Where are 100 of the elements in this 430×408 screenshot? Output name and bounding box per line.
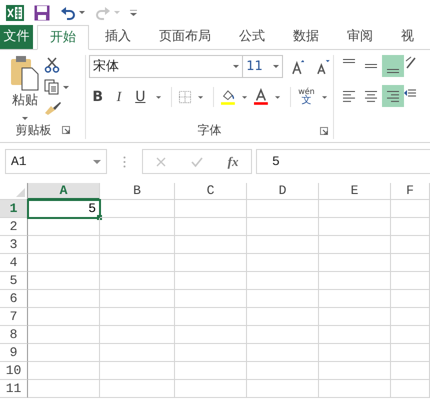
ribbon-tab[interactable]: 审阅 (335, 25, 385, 49)
row-header[interactable]: 1 (0, 200, 28, 218)
column-header[interactable]: E (319, 183, 391, 200)
insert-function-button[interactable]: fx (228, 152, 238, 172)
spreadsheet-cell[interactable] (175, 272, 247, 290)
spreadsheet-cell[interactable] (28, 326, 100, 344)
spreadsheet-cell[interactable] (100, 254, 175, 272)
spreadsheet-cell[interactable] (175, 254, 247, 272)
row-header[interactable]: 6 (0, 290, 28, 308)
scissors-icon[interactable] (44, 57, 60, 73)
copy-icon[interactable] (44, 79, 60, 95)
spreadsheet-cell[interactable] (319, 344, 391, 362)
caret-icon[interactable] (79, 11, 85, 14)
spreadsheet-cell[interactable] (247, 362, 319, 380)
paintbrush-icon[interactable] (44, 101, 62, 115)
column-header[interactable]: D (247, 183, 319, 200)
spreadsheet-cell[interactable] (28, 236, 100, 254)
spreadsheet-cell[interactable] (100, 218, 175, 236)
spreadsheet-cell[interactable] (391, 218, 430, 236)
spreadsheet-cell[interactable] (319, 290, 391, 308)
font-color-icon[interactable] (254, 88, 268, 106)
spreadsheet-cell[interactable] (175, 200, 247, 218)
spreadsheet-cell[interactable] (28, 362, 100, 380)
dialog-launcher-icon[interactable] (62, 126, 70, 134)
spreadsheet-cell[interactable] (100, 380, 175, 398)
spreadsheet-cell[interactable] (100, 362, 175, 380)
bottom-align-button[interactable] (382, 55, 404, 77)
row-header[interactable]: 8 (0, 326, 28, 344)
caret-icon[interactable] (242, 96, 248, 98)
caret-icon[interactable] (198, 96, 204, 98)
spreadsheet-cell[interactable] (28, 380, 100, 398)
spreadsheet-cell[interactable] (319, 218, 391, 236)
spreadsheet-cell[interactable] (319, 272, 391, 290)
spreadsheet-cell[interactable] (100, 272, 175, 290)
spreadsheet-cell[interactable] (391, 272, 430, 290)
text-orientation-icon[interactable] (404, 55, 416, 71)
spreadsheet-cell[interactable] (247, 380, 319, 398)
dialog-launcher-icon[interactable] (320, 127, 328, 135)
column-header[interactable]: F (391, 183, 430, 200)
bold-button[interactable]: B (89, 87, 106, 107)
font-size-dropdown[interactable]: 11 (243, 55, 283, 78)
caret-icon[interactable] (156, 96, 162, 98)
ribbon-tab[interactable]: 视 (389, 25, 426, 49)
spreadsheet-cell[interactable] (391, 254, 430, 272)
ribbon-tab[interactable]: 数据 (281, 25, 331, 49)
save-icon[interactable] (34, 4, 50, 20)
caret-icon[interactable] (93, 160, 101, 164)
spreadsheet-cell[interactable] (100, 308, 175, 326)
spreadsheet-cell[interactable] (175, 362, 247, 380)
phonetic-guide-button[interactable]: wén 文 (298, 88, 315, 106)
spreadsheet-cell[interactable] (100, 290, 175, 308)
spreadsheet-cell[interactable] (175, 308, 247, 326)
spreadsheet-cell[interactable] (319, 236, 391, 254)
caret-icon[interactable] (322, 96, 327, 98)
spreadsheet-cell[interactable] (247, 326, 319, 344)
spreadsheet-cell[interactable] (391, 236, 430, 254)
checkmark-icon[interactable] (190, 156, 203, 166)
caret-icon[interactable] (63, 86, 69, 88)
spreadsheet-cell[interactable] (391, 380, 430, 398)
spreadsheet-cell[interactable] (28, 254, 100, 272)
fill-handle[interactable] (97, 215, 102, 220)
spreadsheet-cell[interactable] (175, 290, 247, 308)
spreadsheet-cell[interactable] (247, 344, 319, 362)
spreadsheet-cell[interactable] (28, 290, 100, 308)
cancel-icon[interactable] (156, 156, 166, 166)
spreadsheet-cell[interactable] (175, 236, 247, 254)
spreadsheet-cell[interactable] (247, 218, 319, 236)
spreadsheet-cell[interactable] (319, 380, 391, 398)
spreadsheet-cell[interactable] (391, 290, 430, 308)
column-header[interactable]: A (28, 183, 100, 200)
spreadsheet-cell[interactable] (247, 254, 319, 272)
row-header[interactable]: 5 (0, 272, 28, 290)
spreadsheet-cell[interactable] (247, 236, 319, 254)
spreadsheet-cell[interactable] (247, 272, 319, 290)
ribbon-tab[interactable]: 插入 (93, 25, 143, 49)
caret-icon[interactable] (275, 96, 280, 98)
spreadsheet-cell[interactable]: 5 (28, 200, 100, 218)
spreadsheet-cell[interactable] (100, 344, 175, 362)
spreadsheet-cell[interactable] (319, 200, 391, 218)
spreadsheet-cell[interactable] (391, 344, 430, 362)
column-header[interactable]: C (175, 183, 247, 200)
spreadsheet-cell[interactable] (28, 344, 100, 362)
right-align-button[interactable] (382, 85, 404, 107)
spreadsheet-cell[interactable] (175, 218, 247, 236)
italic-button[interactable]: I (110, 87, 128, 107)
row-header[interactable]: 2 (0, 218, 28, 236)
spreadsheet-cell[interactable] (247, 308, 319, 326)
file-menu-button[interactable]: 文件 (0, 25, 33, 49)
row-header[interactable]: 4 (0, 254, 28, 272)
spreadsheet-cell[interactable] (100, 200, 175, 218)
spreadsheet-cell[interactable] (247, 200, 319, 218)
spreadsheet-cell[interactable] (175, 380, 247, 398)
spreadsheet-cell[interactable] (319, 254, 391, 272)
spreadsheet-cell[interactable] (319, 326, 391, 344)
row-header[interactable]: 7 (0, 308, 28, 326)
spreadsheet-cell[interactable] (28, 308, 100, 326)
caret-icon[interactable] (233, 65, 240, 68)
spreadsheet-cell[interactable] (100, 236, 175, 254)
spreadsheet-cell[interactable] (391, 326, 430, 344)
spreadsheet-cell[interactable] (100, 326, 175, 344)
